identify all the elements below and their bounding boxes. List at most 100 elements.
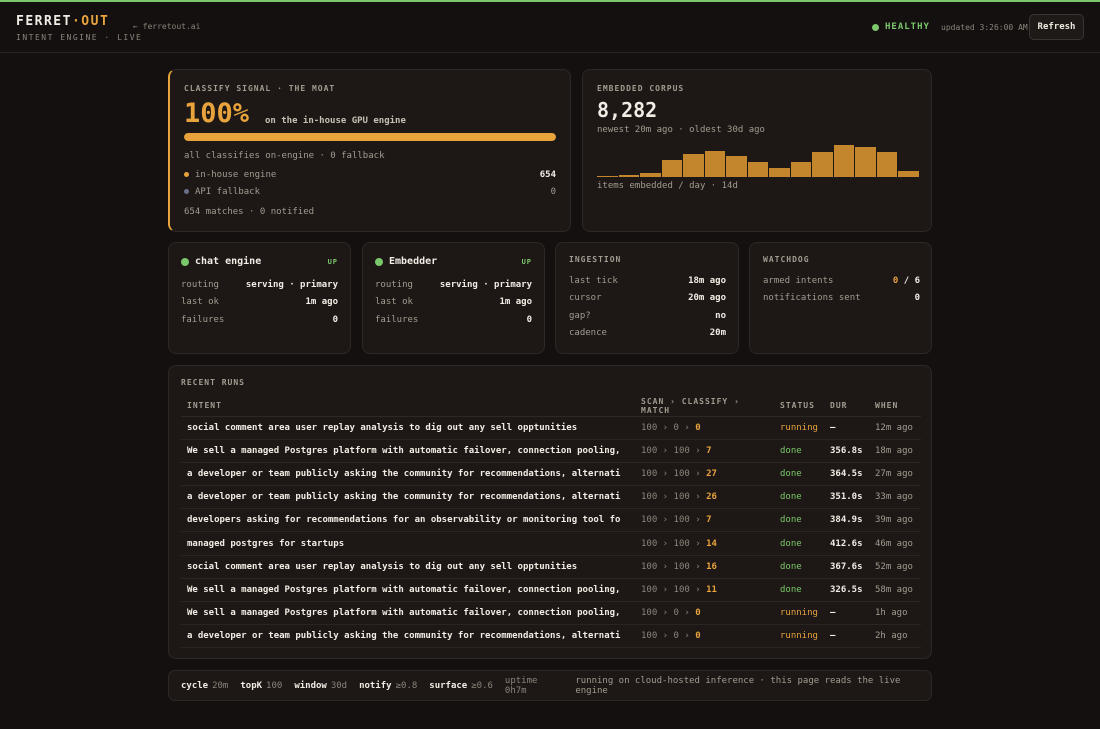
table-row[interactable]: social comment area user replay analysis…: [181, 555, 921, 579]
status-badge: UP: [327, 258, 338, 266]
ingestion-row-value: 18m ago: [688, 276, 726, 286]
run-when: 12m ago: [869, 416, 921, 440]
recent-runs-label: RECENT RUNS: [181, 378, 245, 387]
status-badge: UP: [521, 258, 532, 266]
corpus-card: EMBEDDED CORPUS 8,282 newest 20m ago · o…: [582, 69, 932, 232]
ingestion-row-value: no: [715, 311, 726, 321]
run-pipeline: 100 › 100 › 11: [635, 578, 774, 603]
classify-row-label: API fallback: [195, 187, 261, 197]
run-intent: social comment area user replay analysis…: [181, 555, 635, 579]
run-classify: 0: [673, 422, 679, 433]
col-when: WHEN: [869, 396, 921, 417]
recent-runs-card: RECENT RUNS INTENT SCAN › CLASSIFY › MAT…: [168, 365, 932, 659]
footer-key: cycle: [181, 680, 209, 691]
classify-percent: 100%: [184, 98, 250, 129]
service-row-key: last ok: [375, 297, 413, 307]
histogram-bar: [726, 156, 747, 177]
run-pipeline: 100 › 0 › 0: [635, 416, 774, 440]
service-row-value: serving · primary: [245, 280, 338, 290]
table-row[interactable]: a developer or team publicly asking the …: [181, 485, 921, 510]
run-duration: 356.8s: [824, 439, 869, 463]
service-row: last ok 1m ago: [181, 297, 338, 307]
runs-table-body: social comment area user replay analysis…: [181, 416, 921, 649]
updated-timestamp: updated 3:26:00 AM: [941, 23, 1028, 32]
run-when: 27m ago: [869, 462, 921, 487]
service-card-chat-engine: chat engine UP routing serving · primary …: [168, 242, 351, 354]
refresh-button[interactable]: Refresh: [1029, 14, 1084, 40]
armed-value: 0: [892, 276, 899, 286]
footer-value: ≥0.6: [471, 680, 493, 691]
fallback-dot-icon: [184, 189, 189, 194]
run-scan: 100: [641, 584, 658, 595]
ingestion-row-value: 20m: [709, 328, 726, 338]
service-row: failures 0: [181, 315, 338, 325]
run-pipeline: 100 › 0 › 0: [635, 601, 774, 626]
run-intent: a developer or team publicly asking the …: [181, 485, 635, 510]
brand-dot: ·: [71, 14, 82, 29]
table-row[interactable]: We sell a managed Postgres platform with…: [181, 578, 921, 603]
run-status: done: [774, 555, 824, 579]
run-status: running: [774, 601, 824, 626]
run-match: 0: [695, 631, 701, 642]
service-row-value: serving · primary: [439, 280, 532, 290]
run-pipeline: 100 › 100 › 7: [635, 439, 774, 463]
histogram-bar: [704, 151, 726, 177]
service-row: failures 0: [375, 315, 532, 325]
service-row: last ok 1m ago: [375, 297, 532, 307]
run-status: done: [774, 462, 824, 487]
ingestion-row: cadence 20m: [569, 328, 726, 338]
table-row[interactable]: We sell a managed Postgres platform with…: [181, 439, 921, 463]
run-duration: 351.0s: [824, 485, 869, 510]
run-match: 14: [706, 538, 717, 549]
table-row[interactable]: a developer or team publicly asking the …: [181, 462, 921, 487]
run-match: 16: [706, 561, 717, 572]
run-status: done: [774, 531, 824, 556]
brand-main: FERRET: [16, 14, 72, 29]
ingestion-row-key: gap?: [569, 311, 591, 321]
run-status: running: [774, 624, 824, 649]
run-duration: —: [824, 416, 869, 440]
sent-label: notifications sent: [763, 293, 861, 303]
table-row[interactable]: We sell a managed Postgres platform with…: [181, 601, 921, 626]
table-row[interactable]: a developer or team publicly asking the …: [181, 624, 921, 649]
run-when: 52m ago: [869, 555, 921, 579]
back-link[interactable]: ← ferretout.ai: [133, 22, 200, 31]
run-intent: developers asking for recommendations fo…: [181, 508, 635, 533]
run-classify: 0: [673, 608, 679, 619]
run-match: 11: [706, 584, 717, 595]
table-row[interactable]: social comment area user replay analysis…: [181, 416, 921, 440]
run-duration: 326.5s: [824, 578, 869, 603]
table-row[interactable]: developers asking for recommendations fo…: [181, 508, 921, 533]
app-header: FERRET·OUT INTENT ENGINE · LIVE ← ferret…: [0, 2, 1100, 53]
footer-key: surface: [429, 680, 468, 691]
run-scan: 100: [641, 561, 658, 572]
run-classify: 100: [673, 515, 690, 526]
histogram-bar: [855, 147, 876, 177]
armed-label: armed intents: [763, 276, 834, 286]
run-status: done: [774, 485, 824, 510]
run-classify: 100: [673, 468, 690, 479]
watchdog-card: WATCHDOG armed intents 0 / 6 notificatio…: [749, 242, 932, 354]
engine-dot-icon: [184, 172, 189, 177]
ingestion-row-key: cursor: [569, 293, 602, 303]
run-match: 26: [706, 492, 717, 503]
run-scan: 100: [641, 445, 658, 456]
corpus-sub: newest 20m ago · oldest 30d ago: [597, 125, 765, 135]
service-row-key: failures: [181, 315, 225, 325]
table-row[interactable]: managed postgres for startups 100 › 100 ›…: [181, 531, 921, 556]
sent-value: 0: [914, 293, 920, 303]
run-pipeline: 100 › 100 › 27: [635, 462, 774, 487]
run-classify: 100: [673, 561, 690, 572]
brand-logo[interactable]: FERRET·OUT: [16, 14, 109, 29]
corpus-count: 8,282: [597, 98, 658, 122]
run-pipeline: 100 › 100 › 16: [635, 555, 774, 579]
run-intent: a developer or team publicly asking the …: [181, 624, 635, 649]
run-classify: 100: [673, 492, 690, 503]
service-name: Embedder: [389, 256, 438, 267]
histogram-bar: [640, 173, 661, 177]
classify-card: CLASSIFY SIGNAL · THE MOAT 100% on the i…: [168, 69, 571, 232]
service-row-value: 0: [526, 315, 532, 325]
histogram-bar: [618, 175, 640, 177]
run-intent: managed postgres for startups: [181, 531, 635, 556]
status-dot-icon: [375, 257, 383, 266]
